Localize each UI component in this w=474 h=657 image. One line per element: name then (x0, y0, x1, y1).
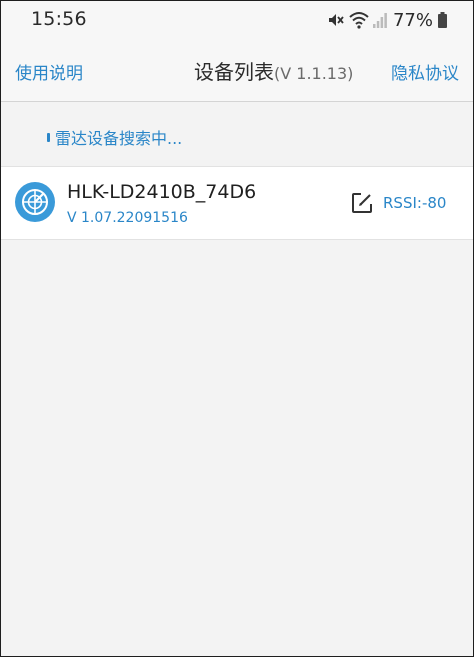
status-icons: 77% (326, 9, 447, 31)
scan-status: 雷达设备搜索中... (47, 125, 182, 149)
title-area: 设备列表(V 1.1.13) (194, 56, 353, 85)
app-version: (V 1.1.13) (274, 64, 354, 83)
device-list-item[interactable]: HLK-LD2410B_74D6 V 1.07.22091516 RSSI:-8… (1, 166, 473, 240)
status-time: 15:56 (31, 8, 87, 30)
app-screen: 15:56 77% 使用说明 设备列表(V 1.1.13) 隐私协议 雷达设备搜… (0, 0, 474, 657)
help-button[interactable]: 使用说明 (15, 59, 83, 84)
rssi-value: RSSI:-80 (383, 194, 447, 212)
app-header: 使用说明 设备列表(V 1.1.13) 隐私协议 (1, 39, 473, 102)
scan-status-text: 雷达设备搜索中... (55, 129, 183, 148)
wifi-icon (349, 11, 369, 29)
privacy-button[interactable]: 隐私协议 (391, 59, 459, 84)
device-version: V 1.07.22091516 (67, 210, 188, 226)
device-name: HLK-LD2410B_74D6 (67, 181, 257, 203)
page-title: 设备列表 (194, 60, 274, 84)
mute-icon (326, 11, 344, 29)
edit-icon[interactable] (350, 191, 374, 215)
scanning-indicator-icon (47, 132, 50, 142)
cellular-signal-icon (372, 12, 387, 28)
status-bar: 15:56 77% (1, 1, 473, 39)
battery-icon (438, 12, 447, 28)
battery-percent: 77% (392, 9, 433, 31)
radar-device-icon (14, 181, 56, 223)
